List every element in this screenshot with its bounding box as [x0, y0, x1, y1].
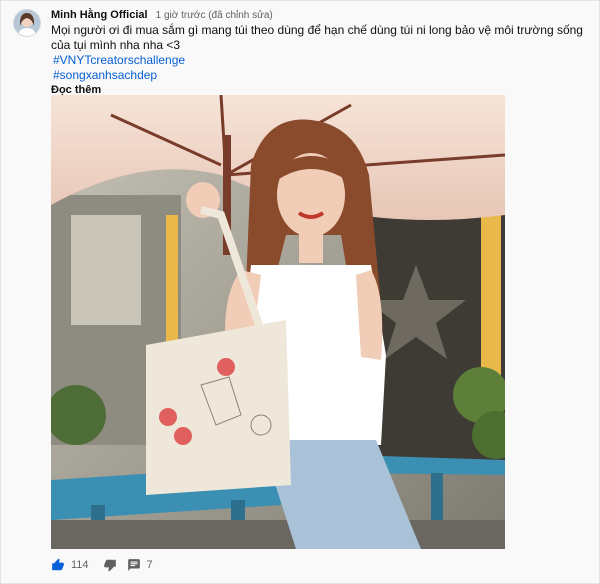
thumb-up-icon[interactable] [51, 558, 65, 572]
comment-card: Minh Hằng Official 1 giờ trước (đã chỉnh… [0, 0, 600, 584]
author-name[interactable]: Minh Hằng Official [51, 9, 148, 21]
comment-icon[interactable] [127, 558, 141, 572]
comment-photo[interactable] [51, 95, 505, 549]
comment-header: Minh Hằng Official 1 giờ trước (đã chỉnh… [51, 9, 273, 22]
author-avatar[interactable] [13, 9, 41, 37]
avatar-icon [14, 10, 40, 36]
like-count: 114 [71, 559, 89, 571]
reply-count: 7 [146, 559, 153, 571]
comment-body: Mọi người ơi đi mua sắm gì mang túi theo… [51, 23, 583, 98]
comment-actions: 114 7 [51, 557, 167, 573]
comment-timestamp[interactable]: 1 giờ trước (đã chỉnh sửa) [156, 10, 273, 21]
hashtag-link[interactable]: #songxanhsachdep [51, 68, 571, 83]
thumb-down-icon[interactable] [103, 558, 117, 572]
comment-text-line-1: Mọi người ơi đi mua sắm gì mang túi theo… [51, 23, 583, 37]
hashtag-link[interactable]: #VNYTcreatorschallenge [51, 53, 571, 68]
photo-image [51, 95, 505, 549]
comment-text-line-2: của tụi mình nha nha <3 [51, 38, 181, 52]
